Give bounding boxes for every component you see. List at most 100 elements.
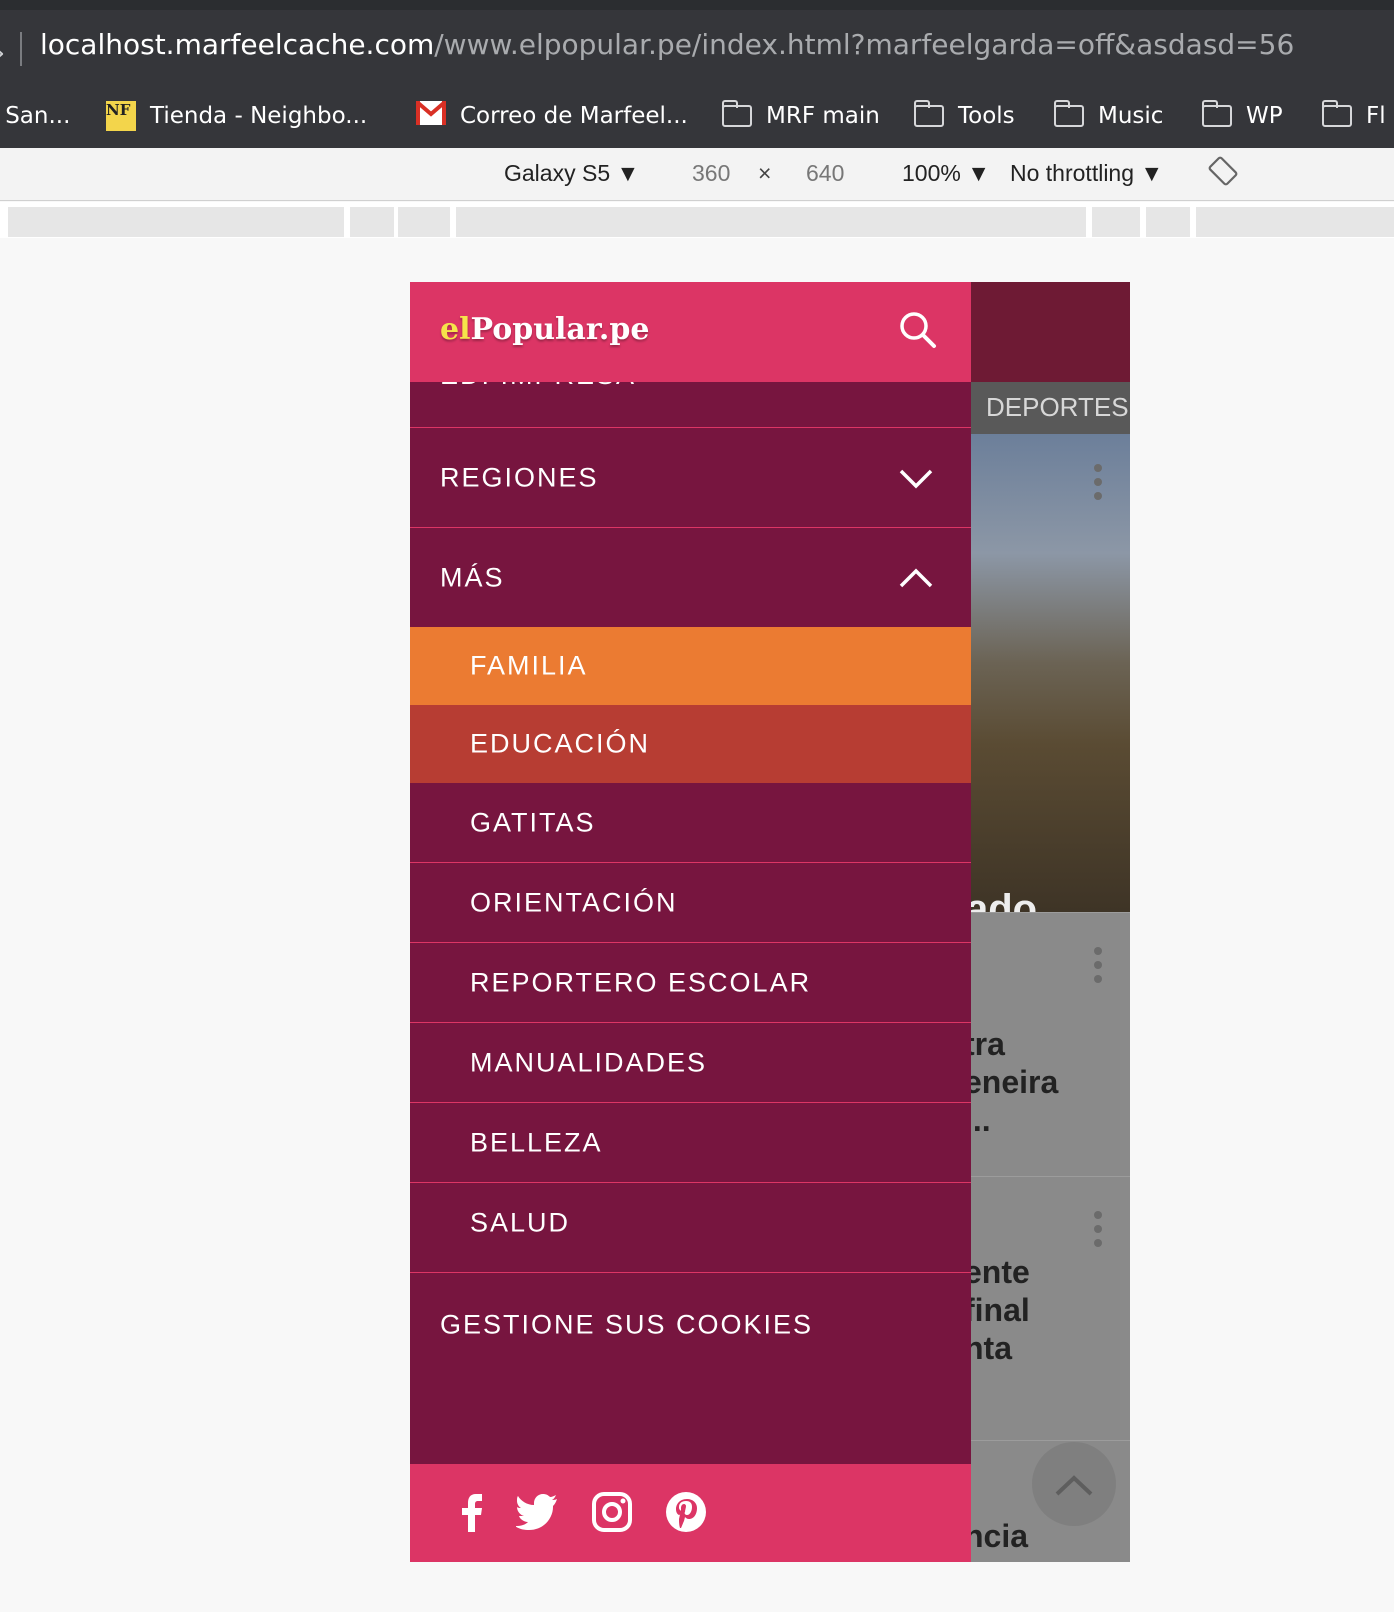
bookmark-label: WP <box>1246 103 1283 129</box>
bookmark-overflow-icon: ‹ <box>0 103 1 129</box>
submenu-item-gatitas[interactable]: GATITAS <box>410 783 971 863</box>
url-text[interactable]: localhost.marfeelcache.com/www.elpopular… <box>40 28 1294 61</box>
facebook-icon[interactable] <box>450 1490 494 1534</box>
page-behind-menu: DEPORTES ado a y tra eneira ... ente fin… <box>964 282 1130 1562</box>
card-title-line: eneira <box>964 1064 1059 1100</box>
submenu-item-label: SALUD <box>470 1207 571 1238</box>
bookmark-label: San... <box>5 103 71 129</box>
nf-icon: NF <box>106 101 136 131</box>
bookmark-item[interactable]: NF Tienda - Neighbo... <box>106 98 367 134</box>
card-title-line: ente <box>964 1254 1030 1290</box>
submenu-item-familia[interactable]: FAMILIA <box>410 627 971 705</box>
card-title-line: nta <box>964 1330 1012 1366</box>
chevron-up-icon <box>1055 1475 1093 1496</box>
hero-image[interactable]: ado a y <box>966 434 1130 985</box>
card-title-line: final <box>964 1292 1030 1328</box>
section-tab-label: DEPORTES <box>986 392 1129 422</box>
menu-item-label: GESTIONE SUS COOKIES <box>440 1309 814 1340</box>
submenu-item-label: ORIENTACIÓN <box>470 887 678 917</box>
article-card[interactable]: tra eneira ... <box>964 912 1130 1177</box>
device-toolbar: Galaxy S5 ▼ 360 × 640 100% ▼ No throttli… <box>0 148 1394 201</box>
folder-icon <box>722 100 752 127</box>
card-title: ente final nta <box>964 1253 1030 1367</box>
twitter-icon[interactable] <box>516 1490 560 1534</box>
submenu-item-belleza[interactable]: BELLEZA <box>410 1103 971 1183</box>
menu-item-label: REGIONES <box>440 462 599 492</box>
bookmark-item[interactable]: WP <box>1202 98 1283 134</box>
search-icon[interactable] <box>898 310 938 350</box>
submenu-item-educacion[interactable]: EDUCACIÓN <box>410 705 971 783</box>
article-card[interactable]: ente final nta <box>964 1176 1130 1441</box>
submenu-item-label: EDUCACIÓN <box>470 728 651 759</box>
section-tab[interactable]: DEPORTES <box>970 382 1130 434</box>
device-select[interactable]: Galaxy S5 ▼ <box>504 160 639 187</box>
throttling-select[interactable]: No throttling ▼ <box>1010 160 1163 187</box>
folder-icon <box>1054 100 1084 127</box>
menu-header: elPopular.pe <box>410 282 971 382</box>
zoom-select[interactable]: 100% ▼ <box>902 160 990 187</box>
address-separator <box>20 32 22 66</box>
bookmark-item[interactable]: Fl <box>1322 98 1386 134</box>
chevron-up-icon[interactable] <box>898 566 934 590</box>
more-options-icon[interactable] <box>1094 947 1102 989</box>
bookmark-label: Tools <box>958 103 1015 129</box>
height-input[interactable]: 640 <box>806 160 844 187</box>
bookmark-label: Correo de Marfeel... <box>460 103 688 129</box>
menu-item-regiones[interactable]: REGIONES <box>410 428 971 528</box>
url-path: /www.elpopular.pe/index.html?marfeelgard… <box>434 28 1295 61</box>
instagram-icon[interactable] <box>590 1490 634 1534</box>
media-query-segment[interactable] <box>350 207 394 237</box>
browser-top-strip <box>0 0 1394 10</box>
media-query-segment[interactable] <box>8 207 344 237</box>
site-logo[interactable]: elPopular.pe <box>440 312 649 347</box>
media-query-segment[interactable] <box>456 207 1086 237</box>
width-input[interactable]: 360 <box>692 160 730 187</box>
pinterest-icon[interactable] <box>664 1490 708 1534</box>
more-options-icon[interactable] <box>1094 1211 1102 1253</box>
media-query-bar <box>0 202 1394 238</box>
submenu-item-salud[interactable]: SALUD <box>410 1183 971 1273</box>
menu-item-cookies[interactable]: GESTIONE SUS COOKIES <box>410 1273 971 1377</box>
device-viewport: DEPORTES ado a y tra eneira ... ente fin… <box>410 282 1130 1562</box>
logo-el: el <box>440 312 471 347</box>
media-query-segment[interactable] <box>398 207 450 237</box>
menu-item-label: MÁS <box>440 562 505 592</box>
chevron-down-icon[interactable] <box>898 466 934 490</box>
card-title: ncia <box>964 1517 1028 1555</box>
submenu-item-manualidades[interactable]: MANUALIDADES <box>410 1023 971 1103</box>
bookmark-label: MRF main <box>766 103 880 129</box>
menu-item-mas[interactable]: MÁS <box>410 528 971 627</box>
bookmark-item[interactable]: MRF main <box>722 98 880 134</box>
bookmark-item[interactable]: Tools <box>914 98 1015 134</box>
rotate-icon[interactable] <box>1208 156 1238 192</box>
media-query-segment[interactable] <box>1196 207 1394 237</box>
card-title-line: ... <box>964 1102 991 1138</box>
card-title: tra eneira ... <box>964 1025 1058 1139</box>
address-bar[interactable]: › localhost.marfeelcache.com/www.elpopul… <box>0 10 1394 86</box>
bookmark-item[interactable]: ‹San... <box>0 98 70 134</box>
bookmark-item[interactable]: Music <box>1054 98 1163 134</box>
bookmark-label: Music <box>1098 103 1164 129</box>
url-host: localhost.marfeelcache.com <box>40 28 435 61</box>
submenu-item-label: FAMILIA <box>470 650 588 681</box>
bookmark-label: Tienda - Neighbo... <box>150 103 368 129</box>
side-menu: ED. IMPRESA REGIONES MÁS FAMILIA EDUCACI… <box>410 282 971 1562</box>
folder-icon <box>914 100 944 127</box>
card-title-line: ncia <box>964 1518 1029 1554</box>
folder-icon <box>1202 100 1232 127</box>
bookmarks-bar: ‹San... NF Tienda - Neighbo... Correo de … <box>0 86 1394 148</box>
bookmark-item[interactable]: Correo de Marfeel... <box>415 98 688 134</box>
submenu-item-orientacion[interactable]: ORIENTACIÓN <box>410 863 971 943</box>
info-icon[interactable]: › <box>0 36 5 69</box>
submenu-item-label: REPORTERO ESCOLAR <box>470 967 812 997</box>
media-query-segment[interactable] <box>1092 207 1140 237</box>
more-options-icon[interactable] <box>1094 464 1102 506</box>
scroll-to-top-button[interactable] <box>1032 1442 1116 1526</box>
media-query-segment[interactable] <box>1146 207 1190 237</box>
logo-text: Popular.pe <box>470 312 650 347</box>
card-title-line: tra <box>964 1026 1005 1062</box>
page-header <box>970 282 1130 382</box>
dimension-times: × <box>758 160 772 186</box>
submenu-item-reportero-escolar[interactable]: REPORTERO ESCOLAR <box>410 943 971 1023</box>
folder-icon <box>1322 100 1352 127</box>
